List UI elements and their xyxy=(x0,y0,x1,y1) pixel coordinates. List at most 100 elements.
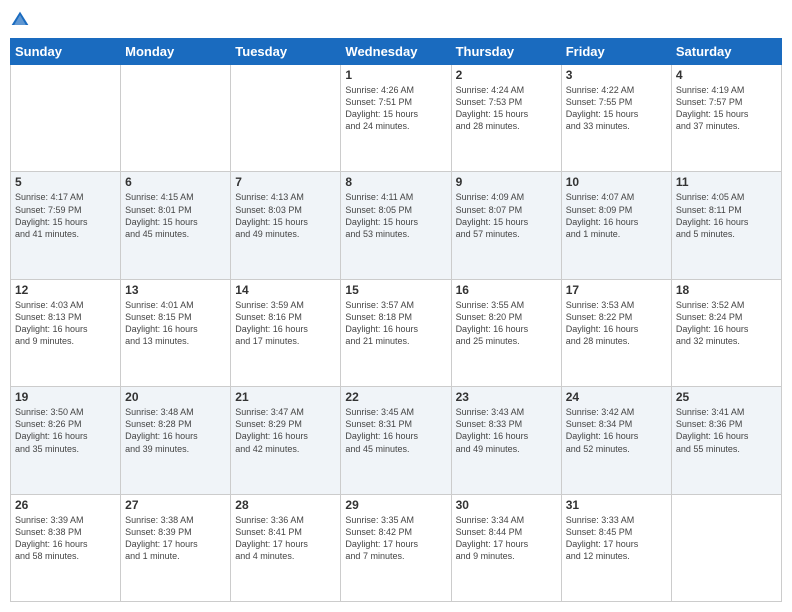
day-number: 26 xyxy=(15,498,116,512)
day-info: Sunrise: 3:33 AM Sunset: 8:45 PM Dayligh… xyxy=(566,514,667,563)
calendar-cell: 5Sunrise: 4:17 AM Sunset: 7:59 PM Daylig… xyxy=(11,172,121,279)
day-number: 29 xyxy=(345,498,446,512)
calendar-week-row: 26 Sunrise: 3:39 AM Sunset: 8:38 PM Dayli… xyxy=(11,494,782,601)
calendar-cell: 1 Sunrise: 4:26 AM Sunset: 7:51 PM Daylig… xyxy=(341,65,451,172)
logo xyxy=(10,10,34,30)
day-info: Sunrise: 3:50 AM Sunset: 8:26 PM Dayligh… xyxy=(15,406,116,455)
calendar-week-row: 12Sunrise: 4:03 AM Sunset: 8:13 PM Dayli… xyxy=(11,279,782,386)
day-number: 7 xyxy=(235,175,336,189)
day-number: 21 xyxy=(235,390,336,404)
day-info: Sunrise: 4:13 AM Sunset: 8:03 PM Dayligh… xyxy=(235,191,336,240)
calendar-day-header: Monday xyxy=(121,39,231,65)
day-info: Sunrise: 3:43 AM Sunset: 8:33 PM Dayligh… xyxy=(456,406,557,455)
calendar-cell: 25 Sunrise: 3:41 AM Sunset: 8:36 PM Dayli… xyxy=(671,387,781,494)
header xyxy=(10,10,782,30)
day-info: Sunrise: 4:07 AM Sunset: 8:09 PM Dayligh… xyxy=(566,191,667,240)
day-number: 10 xyxy=(566,175,667,189)
day-number: 27 xyxy=(125,498,226,512)
day-number: 15 xyxy=(345,283,446,297)
calendar-cell: 15Sunrise: 3:57 AM Sunset: 8:18 PM Dayli… xyxy=(341,279,451,386)
calendar-cell: 3 Sunrise: 4:22 AM Sunset: 7:55 PM Daylig… xyxy=(561,65,671,172)
day-info: Sunrise: 4:22 AM Sunset: 7:55 PM Dayligh… xyxy=(566,84,667,133)
day-info: Sunrise: 3:55 AM Sunset: 8:20 PM Dayligh… xyxy=(456,299,557,348)
day-info: Sunrise: 3:39 AM Sunset: 8:38 PM Dayligh… xyxy=(15,514,116,563)
calendar-cell xyxy=(671,494,781,601)
day-info: Sunrise: 3:38 AM Sunset: 8:39 PM Dayligh… xyxy=(125,514,226,563)
day-number: 11 xyxy=(676,175,777,189)
calendar-day-header: Thursday xyxy=(451,39,561,65)
calendar-cell: 13 Sunrise: 4:01 AM Sunset: 8:15 PM Dayli… xyxy=(121,279,231,386)
day-info: Sunrise: 3:53 AM Sunset: 8:22 PM Dayligh… xyxy=(566,299,667,348)
calendar-cell: 6 Sunrise: 4:15 AM Sunset: 8:01 PM Daylig… xyxy=(121,172,231,279)
calendar-cell xyxy=(121,65,231,172)
day-info: Sunrise: 3:59 AM Sunset: 8:16 PM Dayligh… xyxy=(235,299,336,348)
calendar-cell: 30 Sunrise: 3:34 AM Sunset: 8:44 PM Dayli… xyxy=(451,494,561,601)
day-number: 17 xyxy=(566,283,667,297)
day-info: Sunrise: 3:52 AM Sunset: 8:24 PM Dayligh… xyxy=(676,299,777,348)
calendar-cell: 19Sunrise: 3:50 AM Sunset: 8:26 PM Dayli… xyxy=(11,387,121,494)
day-number: 28 xyxy=(235,498,336,512)
calendar-day-header: Sunday xyxy=(11,39,121,65)
day-number: 4 xyxy=(676,68,777,82)
day-number: 14 xyxy=(235,283,336,297)
day-info: Sunrise: 4:15 AM Sunset: 8:01 PM Dayligh… xyxy=(125,191,226,240)
day-info: Sunrise: 3:48 AM Sunset: 8:28 PM Dayligh… xyxy=(125,406,226,455)
calendar-cell: 2Sunrise: 4:24 AM Sunset: 7:53 PM Daylig… xyxy=(451,65,561,172)
calendar-table: SundayMondayTuesdayWednesdayThursdayFrid… xyxy=(10,38,782,602)
day-number: 13 xyxy=(125,283,226,297)
day-number: 6 xyxy=(125,175,226,189)
day-number: 9 xyxy=(456,175,557,189)
day-number: 20 xyxy=(125,390,226,404)
day-number: 8 xyxy=(345,175,446,189)
day-info: Sunrise: 3:35 AM Sunset: 8:42 PM Dayligh… xyxy=(345,514,446,563)
calendar-cell: 29 Sunrise: 3:35 AM Sunset: 8:42 PM Dayli… xyxy=(341,494,451,601)
day-number: 24 xyxy=(566,390,667,404)
calendar-week-row: 19Sunrise: 3:50 AM Sunset: 8:26 PM Dayli… xyxy=(11,387,782,494)
day-info: Sunrise: 4:01 AM Sunset: 8:15 PM Dayligh… xyxy=(125,299,226,348)
calendar-cell: 16 Sunrise: 3:55 AM Sunset: 8:20 PM Dayli… xyxy=(451,279,561,386)
calendar-cell: 8 Sunrise: 4:11 AM Sunset: 8:05 PM Daylig… xyxy=(341,172,451,279)
day-info: Sunrise: 4:11 AM Sunset: 8:05 PM Dayligh… xyxy=(345,191,446,240)
calendar-week-row: 5Sunrise: 4:17 AM Sunset: 7:59 PM Daylig… xyxy=(11,172,782,279)
calendar-cell: 7 Sunrise: 4:13 AM Sunset: 8:03 PM Daylig… xyxy=(231,172,341,279)
day-number: 2 xyxy=(456,68,557,82)
calendar-cell: 14 Sunrise: 3:59 AM Sunset: 8:16 PM Dayli… xyxy=(231,279,341,386)
calendar-week-row: 1 Sunrise: 4:26 AM Sunset: 7:51 PM Daylig… xyxy=(11,65,782,172)
day-number: 22 xyxy=(345,390,446,404)
calendar-day-header: Friday xyxy=(561,39,671,65)
calendar-cell: 12Sunrise: 4:03 AM Sunset: 8:13 PM Dayli… xyxy=(11,279,121,386)
day-info: Sunrise: 4:09 AM Sunset: 8:07 PM Dayligh… xyxy=(456,191,557,240)
calendar-cell: 24 Sunrise: 3:42 AM Sunset: 8:34 PM Dayli… xyxy=(561,387,671,494)
day-info: Sunrise: 3:47 AM Sunset: 8:29 PM Dayligh… xyxy=(235,406,336,455)
calendar-cell: 9 Sunrise: 4:09 AM Sunset: 8:07 PM Daylig… xyxy=(451,172,561,279)
calendar-cell: 26 Sunrise: 3:39 AM Sunset: 8:38 PM Dayli… xyxy=(11,494,121,601)
calendar-header-row: SundayMondayTuesdayWednesdayThursdayFrid… xyxy=(11,39,782,65)
calendar-cell: 4 Sunrise: 4:19 AM Sunset: 7:57 PM Daylig… xyxy=(671,65,781,172)
day-number: 25 xyxy=(676,390,777,404)
day-info: Sunrise: 3:36 AM Sunset: 8:41 PM Dayligh… xyxy=(235,514,336,563)
calendar-cell: 27 Sunrise: 3:38 AM Sunset: 8:39 PM Dayli… xyxy=(121,494,231,601)
day-number: 16 xyxy=(456,283,557,297)
day-number: 30 xyxy=(456,498,557,512)
calendar-cell xyxy=(231,65,341,172)
calendar-cell xyxy=(11,65,121,172)
day-info: Sunrise: 3:45 AM Sunset: 8:31 PM Dayligh… xyxy=(345,406,446,455)
calendar-cell: 21 Sunrise: 3:47 AM Sunset: 8:29 PM Dayli… xyxy=(231,387,341,494)
day-info: Sunrise: 3:34 AM Sunset: 8:44 PM Dayligh… xyxy=(456,514,557,563)
day-info: Sunrise: 4:17 AM Sunset: 7:59 PM Dayligh… xyxy=(15,191,116,240)
day-number: 31 xyxy=(566,498,667,512)
day-info: Sunrise: 3:42 AM Sunset: 8:34 PM Dayligh… xyxy=(566,406,667,455)
calendar-cell: 20 Sunrise: 3:48 AM Sunset: 8:28 PM Dayli… xyxy=(121,387,231,494)
calendar-day-header: Tuesday xyxy=(231,39,341,65)
calendar-cell: 28 Sunrise: 3:36 AM Sunset: 8:41 PM Dayli… xyxy=(231,494,341,601)
day-info: Sunrise: 4:26 AM Sunset: 7:51 PM Dayligh… xyxy=(345,84,446,133)
calendar-cell: 23Sunrise: 3:43 AM Sunset: 8:33 PM Dayli… xyxy=(451,387,561,494)
calendar-cell: 10 Sunrise: 4:07 AM Sunset: 8:09 PM Dayli… xyxy=(561,172,671,279)
calendar-day-header: Wednesday xyxy=(341,39,451,65)
day-info: Sunrise: 3:41 AM Sunset: 8:36 PM Dayligh… xyxy=(676,406,777,455)
calendar-cell: 11Sunrise: 4:05 AM Sunset: 8:11 PM Dayli… xyxy=(671,172,781,279)
day-info: Sunrise: 4:19 AM Sunset: 7:57 PM Dayligh… xyxy=(676,84,777,133)
day-number: 1 xyxy=(345,68,446,82)
day-number: 3 xyxy=(566,68,667,82)
calendar-cell: 22 Sunrise: 3:45 AM Sunset: 8:31 PM Dayli… xyxy=(341,387,451,494)
